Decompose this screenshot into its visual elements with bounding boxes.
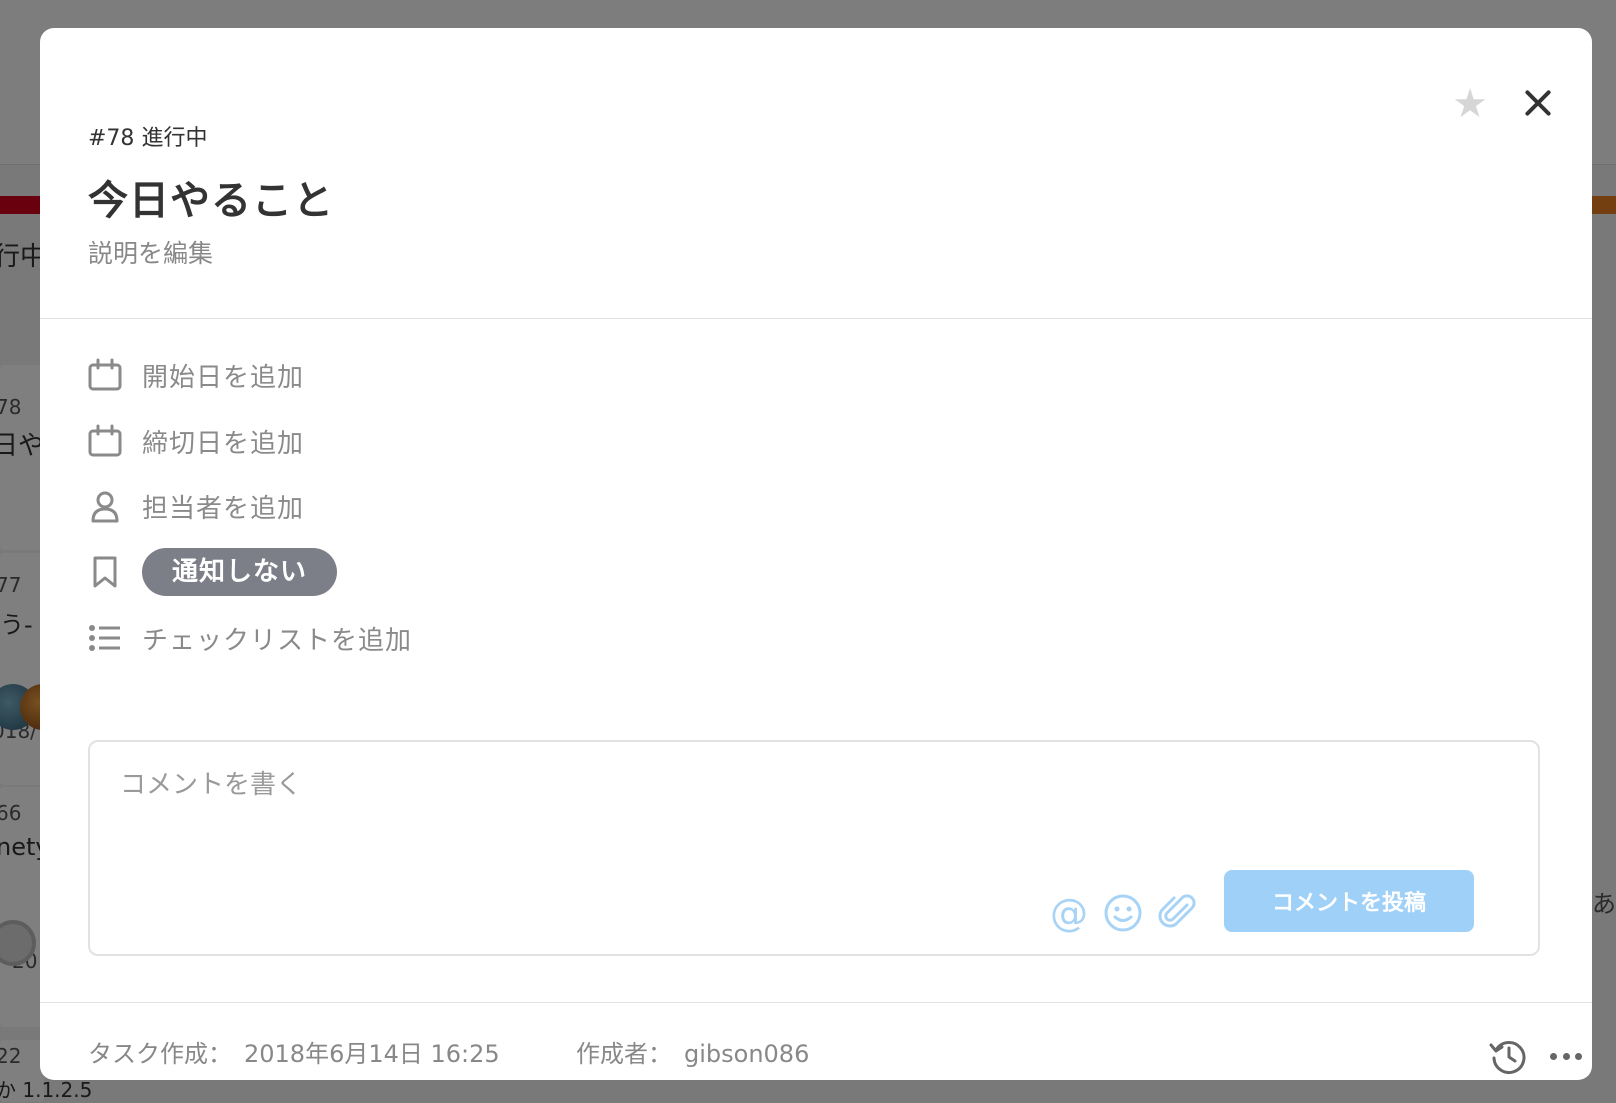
more-options-icon[interactable] bbox=[1550, 1044, 1582, 1068]
star-icon[interactable]: ★ bbox=[1450, 84, 1490, 124]
person-icon bbox=[88, 489, 122, 523]
mention-icon[interactable]: @ bbox=[1048, 892, 1090, 934]
author-label: 作成者： bbox=[576, 1040, 672, 1068]
list-icon bbox=[88, 621, 122, 655]
add-checklist-row[interactable]: チェックリストを追加 bbox=[88, 618, 412, 658]
paperclip-icon[interactable] bbox=[1156, 892, 1198, 934]
calendar-icon bbox=[88, 358, 122, 392]
add-start-date-row[interactable]: 開始日を追加 bbox=[88, 355, 304, 395]
add-due-date-label: 締切日を追加 bbox=[142, 428, 305, 459]
add-assignee-row[interactable]: 担当者を追加 bbox=[88, 486, 304, 526]
add-start-date-label: 開始日を追加 bbox=[142, 362, 305, 393]
created-label: タスク作成： bbox=[88, 1040, 232, 1068]
add-assignee-label: 担当者を追加 bbox=[142, 493, 305, 524]
dot bbox=[1550, 1052, 1557, 1060]
post-comment-button[interactable]: コメントを投稿 bbox=[1224, 870, 1474, 932]
calendar-icon bbox=[88, 424, 122, 458]
comment-input[interactable] bbox=[120, 764, 1500, 824]
task-status: 進行中 bbox=[141, 126, 208, 151]
emoji-icon[interactable] bbox=[1102, 892, 1144, 934]
edit-description-link[interactable]: 説明を編集 bbox=[88, 234, 213, 270]
close-icon[interactable] bbox=[1518, 84, 1558, 124]
dot bbox=[1575, 1052, 1582, 1060]
dot bbox=[1562, 1052, 1570, 1060]
notification-row: 通知しない bbox=[88, 548, 338, 596]
author-value[interactable]: gibson086 bbox=[684, 1040, 809, 1068]
bookmark-icon bbox=[88, 555, 122, 589]
task-number: #78 bbox=[88, 126, 135, 151]
comment-composer: @ コメントを投稿 bbox=[88, 740, 1540, 956]
history-icon[interactable] bbox=[1488, 1036, 1528, 1076]
task-detail-modal: ★ #78 進行中 今日やること 説明を編集 開始日を追加 締切日を追加 担当者… bbox=[40, 28, 1592, 1080]
task-meta: #78 進行中 bbox=[88, 120, 207, 152]
add-checklist-label: チェックリストを追加 bbox=[142, 625, 413, 656]
created-value: 2018年6月14日 16:25 bbox=[244, 1040, 500, 1068]
task-title[interactable]: 今日やること bbox=[88, 168, 334, 226]
divider bbox=[40, 1002, 1592, 1003]
task-author-info: 作成者： gibson086 bbox=[576, 1034, 809, 1069]
notification-setting-button[interactable]: 通知しない bbox=[142, 548, 338, 596]
divider bbox=[40, 318, 1592, 319]
add-due-date-row[interactable]: 締切日を追加 bbox=[88, 421, 304, 461]
task-created-info: タスク作成： 2018年6月14日 16:25 bbox=[88, 1034, 500, 1069]
